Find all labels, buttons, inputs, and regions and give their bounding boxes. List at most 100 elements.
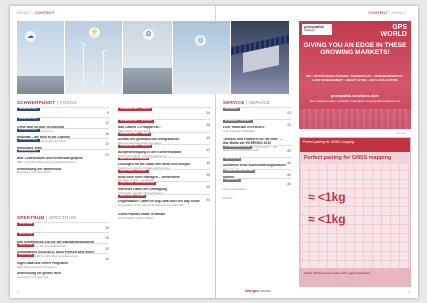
toc-entry[interactable]: SPEKTRUM · PRAXIS Good Practice made in … [118,193,210,220]
toc-tag: SPEKTRUM · ORGANISATION [118,181,156,186]
toc-subtitle: Surveying in the open sea [17,275,49,279]
logo-text: intergeo [245,289,260,293]
toc-subtitle: Preview [223,197,233,200]
toc-tag: ANZEIGENVERZEICHNIS [223,169,256,173]
toc-tag: SCHWERPUNKT · DIGITAL [118,144,153,148]
hero-panel-city: ⚙ [123,21,173,94]
toc-tag: SPEKTRUM · PRAXIS [118,193,147,198]
toc-page-number: 28 [105,236,109,241]
toc-page-number: 42 [206,148,210,153]
toc-page-number: 32 [105,246,109,251]
advertisement-gnss[interactable]: Perfect pairing for GNSS mapping Perfect… [299,137,411,287]
toc-subtitle: Expanding The Great World [17,171,51,175]
header-title: CONTENT [35,11,55,15]
toc-entry[interactable]: SCHWERPUNKT · SMART Bürgerbeteiligung in… [118,131,210,158]
advertisement-gps-world[interactable]: geospatial solutions GPS WORLD GIVING YO… [299,21,411,129]
toc-tag: SPEKTRUM · ZUKUNFT [118,168,149,173]
ad-topics: GIS • 3D/VR/AR/HOLOGRAMS • DRONES/UAV • … [306,74,404,82]
toc-entry[interactable]: SPEKTRUM · ORGANISATION Organisation: Da… [118,181,210,207]
toc-tag: SCHWERPUNKT · SMART [118,131,152,136]
city-silhouette [123,68,172,94]
toc-entry[interactable]: VORSCHAU Preview 66 [223,178,291,200]
hero-panel-turbines: ⚡ [65,21,123,94]
toc-tag: SCHWERPUNKT · ZUKUNFT [118,119,155,124]
toc-entry[interactable]: SCHWERPUNKT · DIGITAL Lösungen für die S… [118,144,210,170]
ad-gps-text: GPS [392,24,407,31]
toc-tag: SCHWERPUNKT [17,148,40,153]
toc-entry[interactable]: SCHWERPUNKT · ZUKUNFT Aufbau der geodäti… [118,119,210,145]
ad-brand-sub: solutions [304,29,315,32]
toc-entry[interactable]: SCHWERPUNKT BIM: Lebensraum und Formenbi… [17,138,109,164]
ad-headline: GIVING YOU AN EDGE IN THESE GROWING MARK… [303,42,407,57]
wind-turbine-icon [83,43,84,83]
toc-tag: SPEKTRUM [17,222,35,226]
toc-page-number: 8 [107,111,109,115]
toc-entry[interactable]: SCHWERPUNKT Mobilität – die Welt in der … [17,117,109,143]
toc-page-number: 12 [105,121,109,126]
settings-icon: ⚙ [143,29,154,40]
section-title-en: FOCUS [59,100,77,105]
toc-entry[interactable]: SCHWERPUNKT Ohne Wolf ist aller Grundris… [17,107,109,133]
toc-page-number: 66 [287,161,291,165]
logo-suffix: TAGUNG [260,290,272,293]
toc-tag: EDITORIAL [223,107,240,111]
section-title-spectrum: SPEKTRUM | SPECTRUM [17,215,77,220]
ad-url-link[interactable]: geospatial-solutions.com [299,93,411,98]
toc-page-number: 04 [287,123,291,127]
toc-entry[interactable]: SPEKTRUM Anmessung ein großer Welt Surve… [17,253,109,279]
header-title: CONTENT [368,11,388,15]
wind-turbine-icon [103,51,104,83]
header-right: CONTENT | INHALT [368,11,406,15]
toc-subtitle: Good Practice made in Britain [118,216,154,220]
ad-map-image [299,109,411,129]
section-title-en: SERVICE [248,100,271,105]
toc-page-number: 50 [206,185,210,190]
toc-page-number: 66 [287,173,291,177]
toc-tag: SPEKTRUM [17,232,35,237]
section-title-de: SERVICE [223,100,245,105]
page-number-left: 2 [17,290,19,294]
ad-subscription-text: Free magazine and e-newsletter subscript… [309,99,401,103]
toc-entry[interactable]: SPEKTRUM Right Data und Green Programm R… [17,242,109,269]
toc-entry[interactable]: IMPRESSUM Imprint Imprint 66 [223,157,291,183]
toc-page-number: 54 [206,197,210,202]
toc-entry[interactable]: SCHWERPUNKT · DIGITAL BIM Catbed 1.0 Hap… [118,107,210,133]
toc-tag: INTERGEO · ZUKUNFT [223,119,253,123]
toc-page-number: 22 [105,152,109,157]
toc-entry[interactable]: EDITORIAL Lein, editorials INTERGEO Line… [223,107,291,133]
toc-entry[interactable]: SPEKTRUM Das systemische Ziel für die St… [17,222,109,248]
toc-page-number: 46 [206,160,210,165]
toc-entry[interactable]: INTERGEO · ZUKUNFT „Wissen und Plattform… [223,119,291,152]
toc-page-number: 48 [206,172,210,177]
ad-world-text: WORLD [380,31,407,38]
ad-gps-world-logo: GPS WORLD [381,24,407,38]
toc-page-number: 20 [105,142,109,147]
globe-icon: ◎ [195,35,206,46]
header-left: INHALT | CONTENT [17,11,55,15]
toc-page-number: 26 [105,226,109,230]
toc-page-number: 38 [206,123,210,128]
toc-tag: SCHWERPUNKT [17,107,40,111]
toc-entry[interactable]: SPEKTRUM · ZUKUNFT Intensive Daten der U… [118,168,210,195]
section-title-de: SPEKTRUM [17,215,45,220]
cloud-icon: ☁ [25,31,36,42]
toc-entry[interactable]: SPEKTRUM Automatisch GEODATA: Wohl Preis… [17,232,109,258]
toc-tag: SCHWERPUNKT · DIGITAL [118,107,153,111]
ad-weight-callout: ≈ <1kg [308,190,346,204]
toc-entry[interactable]: SCHWERPUNKT Helikopter, Welt Falling bri… [17,127,109,154]
ad-label: Anzeige [396,132,406,135]
toc-tag: SPEKTRUM · PLANUNG [118,156,150,161]
toc-entry[interactable]: SCHWERPUNKT Entwicklung der Wiederhold E… [17,148,109,174]
toc-tag: SPEKTRUM [17,253,35,257]
toc-entry[interactable]: SPEKTRUM · PLANUNG Multi-rolle nicht man… [118,156,210,182]
section-title-de: SCHWERPUNKT [17,100,56,105]
toc-entry[interactable]: ZUSAMMENFASSUNG Aufstellen einer Konsoli… [223,145,291,171]
publisher-logo: intergeo TAGUNG [245,289,271,293]
toc-column-middle: SCHWERPUNKT · DIGITAL BIM Catbed 1.0 Hap… [118,107,210,220]
page-number-right: 3 [408,290,410,294]
section-title-focus: SCHWERPUNKT | FOCUS [17,100,77,105]
toc-entry[interactable]: ANZEIGENVERZEICHNIS Index of advertisers… [223,169,291,191]
toc-column-service: EDITORIAL Lein, editorials INTERGEO Line… [223,107,291,200]
toc-column-focus: SCHWERPUNKT Ohne Wolf ist aller Grundris… [17,107,109,174]
magazine-spread: INHALT | CONTENT CONTENT | INHALT ☁ ⚡ ⚙ … [10,6,418,298]
